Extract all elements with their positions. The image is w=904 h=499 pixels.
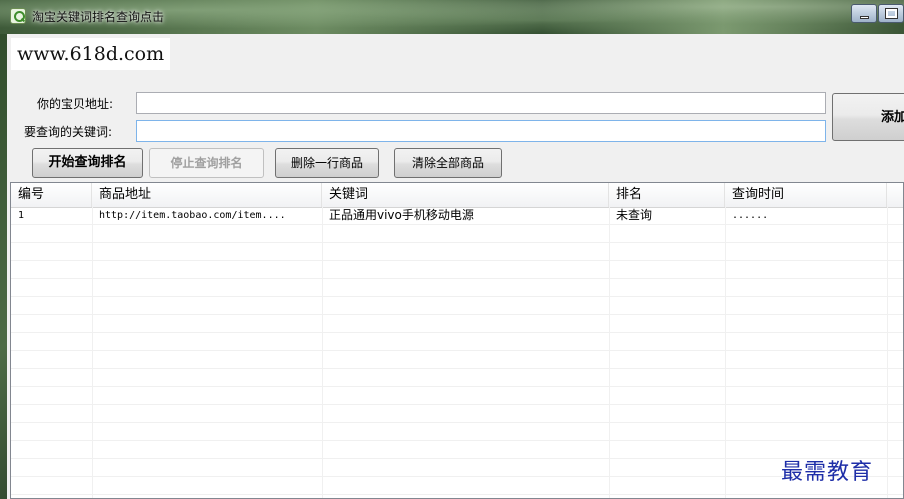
clear-all-button[interactable]: 清除全部商品 — [394, 148, 502, 178]
maximize-button[interactable] — [878, 4, 904, 23]
add-button[interactable]: 添加 — [832, 93, 904, 141]
site-url-banner: www.618d.com — [11, 38, 171, 70]
stop-query-button[interactable]: 停止查询排名 — [149, 148, 264, 178]
empty-row — [11, 477, 903, 495]
empty-row — [11, 279, 903, 297]
empty-row — [11, 423, 903, 441]
empty-row — [11, 333, 903, 351]
cell-query-time: ...... — [732, 210, 769, 221]
cell-rank: 未查询 — [616, 208, 653, 222]
empty-row — [11, 459, 903, 477]
column-header-id[interactable]: 编号 — [11, 183, 92, 207]
minimize-button[interactable] — [851, 4, 877, 23]
empty-row — [11, 243, 903, 261]
empty-row — [11, 387, 903, 405]
cell-id: 1 — [18, 210, 25, 221]
table-row[interactable]: 1 http://item.taobao.com/item.... 正品通用vi… — [11, 207, 903, 225]
column-header-keyword[interactable]: 关键词 — [322, 183, 609, 207]
empty-row — [11, 369, 903, 387]
app-magnifier-icon — [10, 8, 26, 24]
column-header-url[interactable]: 商品地址 — [92, 183, 322, 207]
keyword-label: 要查询的关键词: — [24, 125, 113, 139]
watermark-text: 最需教育 — [781, 460, 874, 485]
table-header: 编号 商品地址 关键词 排名 查询时间 — [11, 183, 903, 208]
cell-keyword: 正品通用vivo手机移动电源 — [329, 208, 474, 222]
empty-row — [11, 297, 903, 315]
item-url-label: 你的宝贝地址: — [37, 97, 114, 111]
empty-row — [11, 225, 903, 243]
title-bar[interactable]: 淘宝关键词排名查询点击 — [0, 0, 904, 34]
keyword-input[interactable] — [136, 120, 826, 142]
column-header-rank[interactable]: 排名 — [609, 183, 725, 207]
empty-row — [11, 441, 903, 459]
product-table[interactable]: 编号 商品地址 关键词 排名 查询时间 1 http://item.taobao… — [10, 182, 904, 499]
start-query-button[interactable]: 开始查询排名 — [32, 148, 143, 178]
empty-row — [11, 261, 903, 279]
column-header-query-time[interactable]: 查询时间 — [725, 183, 887, 207]
empty-row — [11, 315, 903, 333]
main-window-body: www.618d.com 你的宝贝地址: 要查询的关键词: 添加 开始查询排名 … — [7, 34, 904, 499]
empty-row — [11, 351, 903, 369]
empty-row — [11, 405, 903, 423]
delete-row-button[interactable]: 删除一行商品 — [275, 148, 379, 178]
window-controls — [850, 4, 904, 24]
item-url-input[interactable] — [136, 92, 826, 114]
cell-url: http://item.taobao.com/item.... — [99, 210, 286, 221]
window-title: 淘宝关键词排名查询点击 — [32, 10, 165, 24]
